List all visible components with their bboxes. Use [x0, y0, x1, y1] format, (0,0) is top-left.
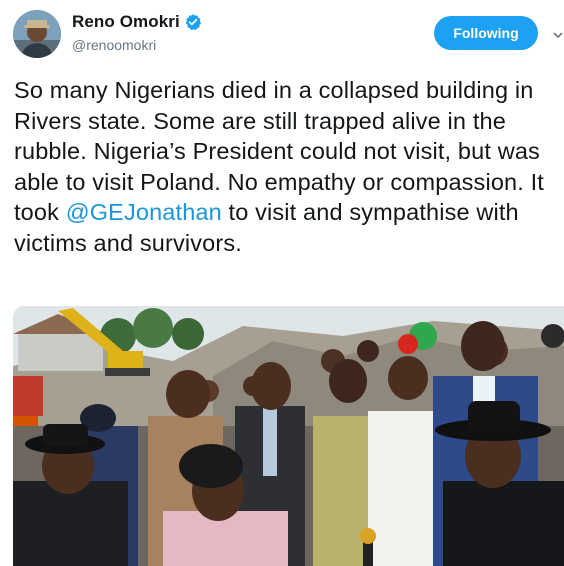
following-button[interactable]: Following	[434, 16, 538, 50]
author-handle[interactable]: @renoomokri	[72, 37, 202, 53]
display-name[interactable]: Reno Omokri	[72, 12, 180, 32]
avatar[interactable]	[13, 10, 61, 58]
chevron-down-icon[interactable]	[553, 27, 563, 38]
tweet-photo[interactable]	[13, 306, 564, 566]
name-row: Reno Omokri	[72, 12, 202, 32]
tweet-text: So many Nigerians died in a collapsed bu…	[14, 75, 559, 258]
mention-link[interactable]: @GEJonathan	[66, 199, 222, 225]
verified-badge-icon	[184, 13, 202, 31]
author-block: Reno Omokri @renoomokri	[72, 12, 202, 53]
tweet-card: Reno Omokri @renoomokri Following So man…	[0, 0, 564, 566]
